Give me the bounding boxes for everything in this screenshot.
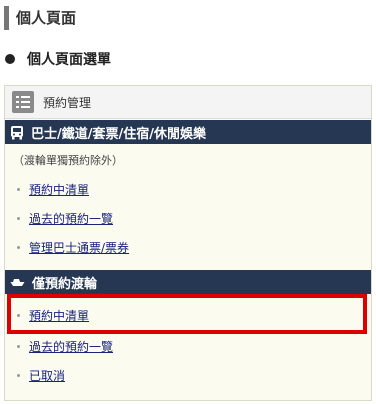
bullet-icon: [5, 54, 15, 64]
bullet-icon: [17, 245, 20, 249]
category-bar-bus: 巴士/鐵道/套票/住宿/休閒娛樂: [5, 120, 371, 144]
link-past-reservations-bus[interactable]: 過去的預約一覽: [17, 208, 113, 228]
menu-header: 預約管理: [5, 86, 371, 119]
link-text[interactable]: 預約中清單: [29, 181, 89, 198]
link-text[interactable]: 預約中清單: [29, 307, 89, 324]
bus-icon: [10, 125, 24, 140]
section-heading: 個人頁面選單: [4, 48, 111, 70]
category-label-bus: 巴士/鐵道/套票/住宿/休閒娛樂: [31, 126, 206, 142]
section-heading-text: 個人頁面選單: [27, 52, 111, 68]
link-text[interactable]: 過去的預約一覽: [29, 210, 113, 227]
menu-header-label: 預約管理: [43, 95, 92, 110]
category-note: （渡輪單獨預約除外）: [13, 154, 123, 167]
link-current-reservations-bus[interactable]: 預約中清單: [17, 179, 89, 199]
bullet-icon: [17, 216, 20, 220]
link-text[interactable]: 過去的預約一覽: [29, 338, 113, 355]
list-icon: [12, 91, 34, 113]
category-label-ferry: 僅預約渡輪: [32, 276, 98, 292]
bullet-icon: [17, 373, 20, 377]
link-text[interactable]: 已取消: [29, 367, 65, 384]
link-text[interactable]: 管理巴士通票/票券: [29, 239, 129, 256]
ship-icon: [10, 276, 25, 288]
link-current-reservations-ferry[interactable]: 預約中清單: [17, 305, 89, 325]
link-cancelled-ferry[interactable]: 已取消: [17, 365, 65, 385]
bullet-icon: [17, 187, 20, 191]
bullet-icon: [17, 313, 20, 317]
bullet-icon: [17, 344, 20, 348]
category-bar-ferry: 僅預約渡輪: [5, 270, 371, 294]
link-manage-bus-pass[interactable]: 管理巴士通票/票券: [17, 237, 129, 257]
reservation-menu: 預約管理 巴士/鐵道/套票/住宿/休閒娛樂 （渡輪單獨預約除外） 預約中清單 過…: [4, 85, 372, 401]
page-title: 個人頁面: [4, 6, 76, 30]
link-past-reservations-ferry[interactable]: 過去的預約一覽: [17, 336, 113, 356]
